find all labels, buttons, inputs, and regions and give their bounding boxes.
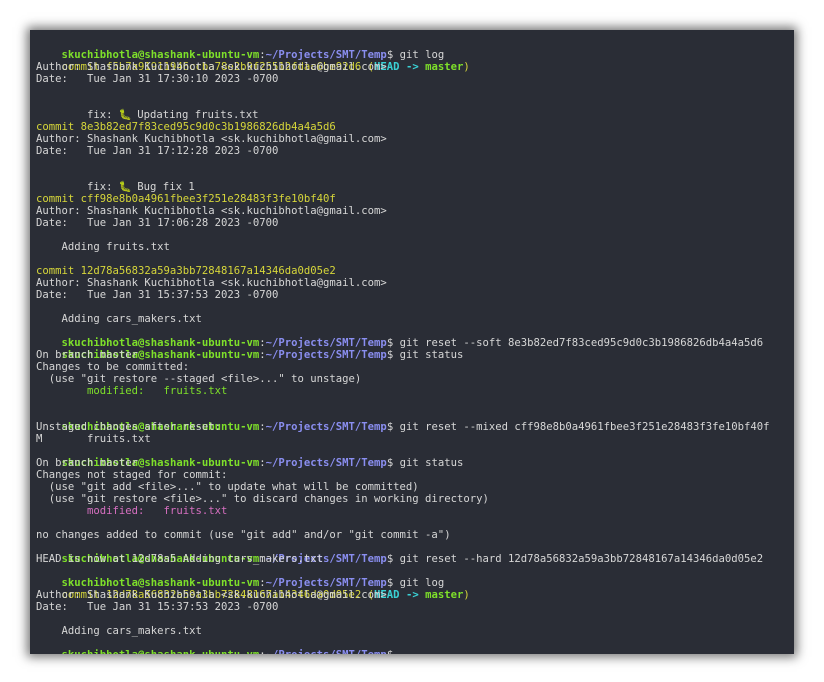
prompt-dollar: $ (386, 553, 400, 565)
prompt-path: ~/Projects/SMT/Temp (265, 349, 387, 361)
commit-author: Author: Shashank Kuchibhotla <sk.kuchibh… (36, 133, 387, 145)
output-line: Changes not staged for commit: (36, 469, 228, 481)
commit-date: Date: Tue Jan 31 15:37:53 2023 -0700 (36, 601, 279, 613)
terminal-line: skuchibhotla@shashank-ubuntu-vm:~/Projec… (36, 565, 445, 589)
output-line: On branch master (36, 457, 139, 469)
commit-message: Adding fruits.txt (36, 241, 170, 253)
ref-arrow: -> (399, 589, 426, 601)
modified-file-line: modified: fruits.txt (36, 505, 228, 517)
ref-arrow: -> (399, 61, 426, 73)
commit-date: Date: Tue Jan 31 17:12:28 2023 -0700 (36, 145, 279, 157)
output-line: no changes added to commit (use "git add… (36, 529, 451, 541)
bug-icon: 🐛 (118, 109, 133, 121)
command-text: git status (399, 349, 464, 361)
commit-date: Date: Tue Jan 31 17:30:10 2023 -0700 (36, 73, 279, 85)
prompt-path: ~/Projects/SMT/Temp (265, 421, 387, 433)
prompt-dollar: $ (387, 649, 400, 654)
output-line: (use "git restore --staged <file>..." to… (36, 373, 362, 385)
commit-date: Date: Tue Jan 31 17:06:28 2023 -0700 (36, 217, 279, 229)
output-line: On branch master (36, 349, 139, 361)
fix-prefix: fix: (61, 109, 119, 121)
terminal-line: skuchibhotla@shashank-ubuntu-vm:~/Projec… (36, 37, 445, 61)
fix-prefix: fix: (61, 181, 119, 193)
prompt-dollar: $ (386, 457, 400, 469)
ref-master: master (425, 61, 464, 73)
terminal-line[interactable]: skuchibhotla@shashank-ubuntu-vm:~/Projec… (36, 637, 400, 654)
commit-message-text: Bug fix 1 (130, 181, 195, 193)
output-line: Unstaged changes after reset: (36, 421, 221, 433)
output-line: (use "git restore <file>..." to discard … (36, 493, 489, 505)
output-line: M fruits.txt (36, 433, 151, 445)
terminal-line: commit 12d78a56832a59a3bb72848167a14346d… (36, 577, 470, 601)
commit-message: fix: 🐛 Bug fix 1 (36, 169, 195, 193)
terminal-line: skuchibhotla@shashank-ubuntu-vm:~/Projec… (36, 541, 764, 565)
bug-icon: 🐛 (118, 181, 133, 193)
terminal-line: skuchibhotla@shashank-ubuntu-vm:~/Projec… (36, 409, 770, 433)
output-line: Changes to be committed: (36, 361, 190, 373)
commit-author: Author: Shashank Kuchibhotla <sk.kuchibh… (36, 277, 387, 289)
terminal-line: skuchibhotla@shashank-ubuntu-vm:~/Projec… (36, 325, 764, 349)
terminal-line: commit f5b7a91911946ccba78e2b9f25512fdac… (36, 49, 470, 73)
output-line: (use "git add <file>..." to update what … (36, 481, 419, 493)
terminal-line: skuchibhotla@shashank-ubuntu-vm:~/Projec… (36, 337, 464, 361)
prompt-dollar: $ (386, 421, 400, 433)
commit-author: Author: Shashank Kuchibhotla <sk.kuchibh… (36, 61, 387, 73)
commit-message-text: Updating fruits.txt (130, 109, 259, 121)
commit-date: Date: Tue Jan 31 15:37:53 2023 -0700 (36, 289, 279, 301)
command-text: git status (399, 457, 464, 469)
commit-message: fix: 🐛 Updating fruits.txt (36, 97, 258, 121)
terminal-window[interactable]: skuchibhotla@shashank-ubuntu-vm:~/Projec… (30, 30, 794, 654)
ref-close: ) (463, 589, 470, 601)
terminal-line: skuchibhotla@shashank-ubuntu-vm:~/Projec… (36, 445, 464, 469)
commit-hash: commit 8e3b82ed7f83ced95c9d0c3b1986826db… (36, 121, 336, 133)
commit-message: Adding cars_makers.txt (36, 313, 202, 325)
ref-close: ) (463, 61, 470, 73)
command-text: git reset --mixed cff98e8b0a4961fbee3f25… (399, 421, 770, 433)
prompt-dollar: $ (386, 349, 400, 361)
commit-author: Author: Shashank Kuchibhotla <sk.kuchibh… (36, 205, 387, 217)
prompt-user-host: skuchibhotla@shashank-ubuntu-vm (62, 649, 260, 654)
commit-hash: commit 12d78a56832a59a3bb72848167a14346d… (36, 265, 336, 277)
staged-file-line: modified: fruits.txt (36, 385, 228, 397)
command-text: git reset --hard 12d78a56832a59a3bb72848… (399, 553, 764, 565)
commit-message: Adding cars_makers.txt (36, 625, 202, 637)
commit-author: Author: Shashank Kuchibhotla <sk.kuchibh… (36, 589, 387, 601)
output-line: HEAD is now at 12d78a5 Adding cars_maker… (36, 553, 324, 565)
prompt-path: ~/Projects/SMT/Temp (266, 649, 387, 654)
prompt-path: ~/Projects/SMT/Temp (265, 457, 387, 469)
commit-hash: commit cff98e8b0a4961fbee3f251e28483f3fe… (36, 193, 336, 205)
ref-master: master (425, 589, 464, 601)
